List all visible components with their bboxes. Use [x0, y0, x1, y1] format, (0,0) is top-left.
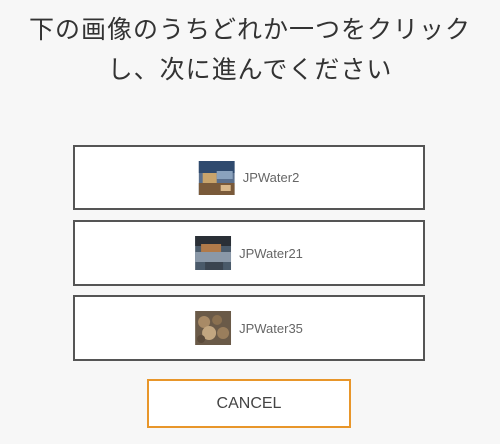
choice-label: JPWater35 [239, 320, 303, 336]
thumbnail-jpwater21 [195, 236, 232, 270]
cancel-button[interactable]: CANCEL [147, 379, 351, 428]
choice-jpwater2[interactable]: JPWater2 [73, 145, 425, 210]
photo-icon [195, 236, 232, 270]
title-line-2: し、次に進んでください [107, 55, 393, 84]
thumbnail-jpwater35 [195, 311, 232, 345]
photo-icon [195, 311, 232, 345]
dialog-title: 下の画像のうちどれか一つをクリック し、次に進んでください [0, 10, 500, 90]
choice-jpwater35[interactable]: JPWater35 [73, 295, 425, 361]
photo-icon [198, 160, 235, 195]
title-line-1: 下の画像のうちどれか一つをクリック [28, 15, 471, 44]
thumbnail-jpwater2 [198, 160, 235, 195]
choice-jpwater21[interactable]: JPWater21 [73, 220, 425, 286]
choice-label: JPWater2 [242, 170, 300, 185]
choice-label: JPWater21 [239, 245, 303, 261]
